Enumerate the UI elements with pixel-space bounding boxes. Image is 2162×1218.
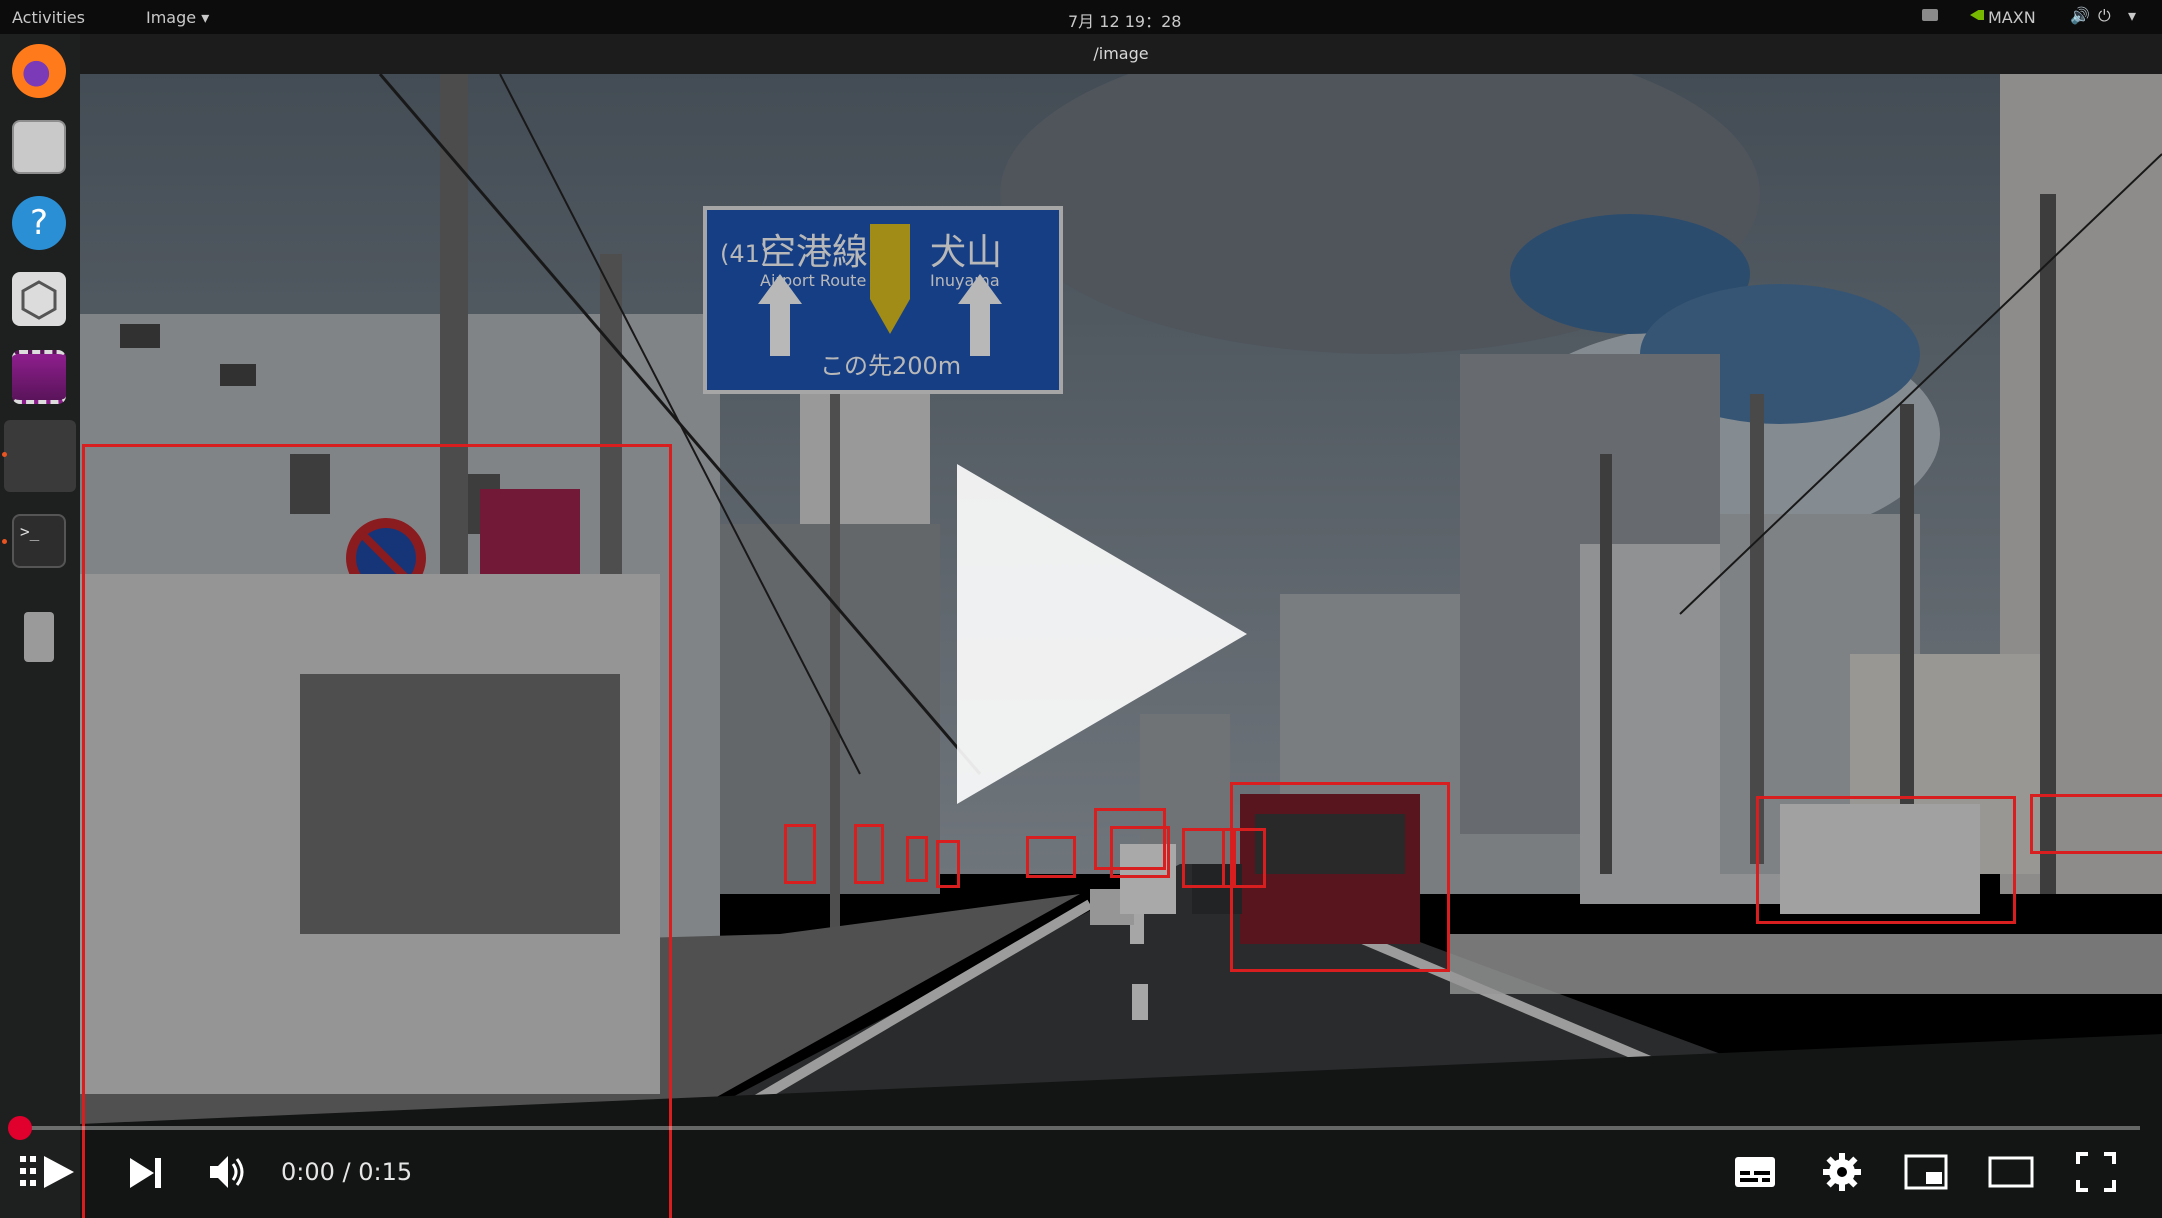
running-indicator: [2, 539, 7, 544]
active-app-highlight: [4, 420, 76, 492]
detection-box: [1230, 782, 1450, 972]
nvidia-power-mode[interactable]: MAXN: [1988, 8, 2036, 27]
time-display: 0:00 / 0:15: [281, 1158, 413, 1186]
miniplayer-icon[interactable]: [1904, 1154, 1948, 1190]
volume-icon[interactable]: [208, 1154, 248, 1190]
files-icon[interactable]: [12, 120, 66, 174]
power-icon[interactable]: ⏻: [2098, 6, 2111, 26]
help-icon[interactable]: ?: [12, 196, 66, 250]
usb-drive-icon[interactable]: [24, 612, 54, 662]
nvidia-icon[interactable]: [1970, 10, 1984, 20]
theater-mode-icon[interactable]: [1988, 1156, 2034, 1188]
clock[interactable]: 7月 12 19：28: [1068, 8, 1181, 32]
progress-bar[interactable]: [20, 1126, 2140, 1130]
play-icon[interactable]: [18, 1152, 78, 1192]
detection-box: [1026, 836, 1076, 878]
terminal-icon[interactable]: >_: [12, 514, 66, 568]
firefox-icon[interactable]: [12, 44, 66, 98]
detection-box: [936, 840, 960, 888]
system-menu-chevron-icon[interactable]: ▾: [2128, 6, 2136, 25]
activities-button[interactable]: Activities: [12, 8, 85, 27]
app-menu[interactable]: Image ▾: [146, 8, 209, 27]
top-bar: Activities Image ▾ 7月 12 19：28 MAXN 🔊 ⏻ …: [0, 0, 2162, 34]
detection-box: [784, 824, 816, 884]
screencast-icon[interactable]: [1922, 9, 1938, 21]
dock: ? >_: [0, 34, 80, 1218]
detection-box: [2030, 794, 2162, 854]
large-play-icon[interactable]: [957, 464, 1257, 804]
subtitles-icon[interactable]: [1734, 1156, 1776, 1188]
progress-scrubber[interactable]: [8, 1116, 32, 1140]
window-title-bar[interactable]: /image: [80, 34, 2162, 74]
detection-box: [1110, 826, 1170, 878]
video-frame[interactable]: (41) 空港線 Airport Route 犬山 Inuyama この先200…: [80, 74, 2162, 1218]
running-indicator: [2, 452, 7, 457]
detection-box: [82, 444, 672, 1218]
settings-gear-icon[interactable]: [1822, 1152, 1862, 1192]
video-player-icon[interactable]: [12, 350, 66, 404]
next-icon[interactable]: [128, 1156, 164, 1190]
software-center-icon[interactable]: [12, 272, 66, 326]
detection-box: [906, 836, 928, 882]
detection-box: [854, 824, 884, 884]
detection-box: [1756, 796, 2016, 924]
volume-icon[interactable]: 🔊: [2070, 6, 2090, 25]
fullscreen-icon[interactable]: [2076, 1152, 2116, 1192]
